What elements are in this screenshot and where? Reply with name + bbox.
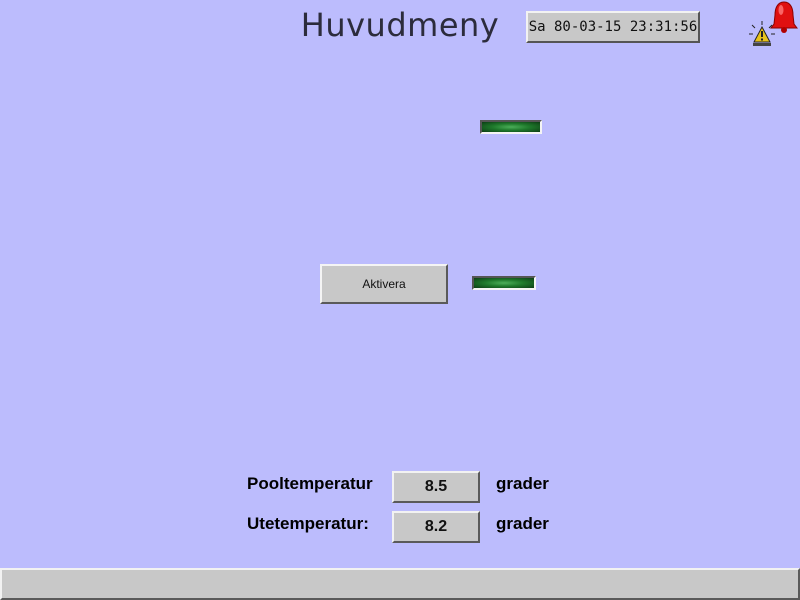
outdoor-temperature-label: Utetemperatur: <box>247 514 369 533</box>
aktivera-button[interactable]: Aktivera <box>320 264 448 304</box>
pool-temperature-label: Pooltemperatur <box>247 474 373 493</box>
status-led-top <box>480 120 542 134</box>
outdoor-temperature-unit: grader <box>496 514 549 533</box>
datetime-display: Sa 80-03-15 23:31:56 <box>526 11 700 43</box>
alarm-bell-icon[interactable] <box>768 0 800 34</box>
status-led-aktivera <box>472 276 536 290</box>
outdoor-temperature-value: 8.2 <box>392 511 480 543</box>
status-bar <box>0 568 800 600</box>
pool-temperature-unit: grader <box>496 474 549 493</box>
pool-temperature-value: 8.5 <box>392 471 480 503</box>
page-title: Huvudmeny <box>300 6 500 44</box>
